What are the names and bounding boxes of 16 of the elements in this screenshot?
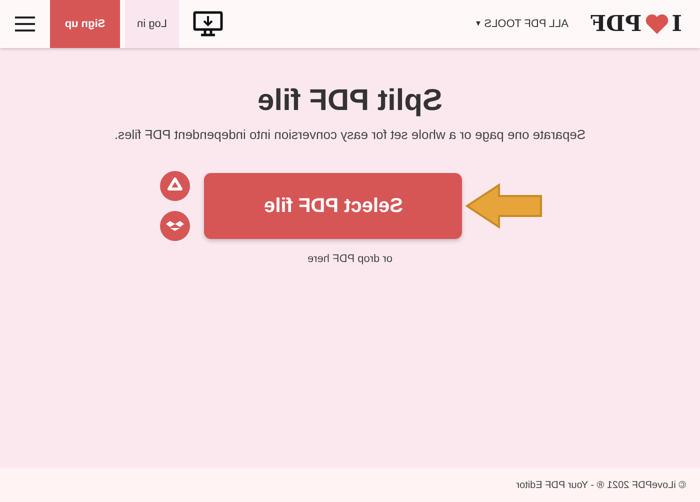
all-tools-menu[interactable]: ALL PDF TOOLS ▾ <box>475 0 568 48</box>
drive-icon[interactable] <box>160 170 190 200</box>
arrow-icon <box>466 182 544 228</box>
select-file-button[interactable]: Select PDF file <box>204 172 462 238</box>
logo-letter: I <box>672 10 682 38</box>
copyright-text: © iLovePDF 2021 ® - Your PDF Editor <box>516 478 686 492</box>
menu-icon[interactable] <box>15 16 35 32</box>
logo-text: PDF <box>590 10 642 38</box>
login-button[interactable]: Log in <box>125 0 179 48</box>
signup-button[interactable]: Sign up <box>50 0 120 48</box>
heart-icon <box>644 13 670 35</box>
drop-hint: or drop PDF here <box>308 252 392 266</box>
page-title: Split PDF file <box>258 83 443 119</box>
page-subtitle: Separate one page or a whole set for easy conversion into independent PDF files. <box>114 126 586 144</box>
desktop-download-icon[interactable] <box>193 11 223 37</box>
dropbox-icon[interactable] <box>160 210 190 240</box>
